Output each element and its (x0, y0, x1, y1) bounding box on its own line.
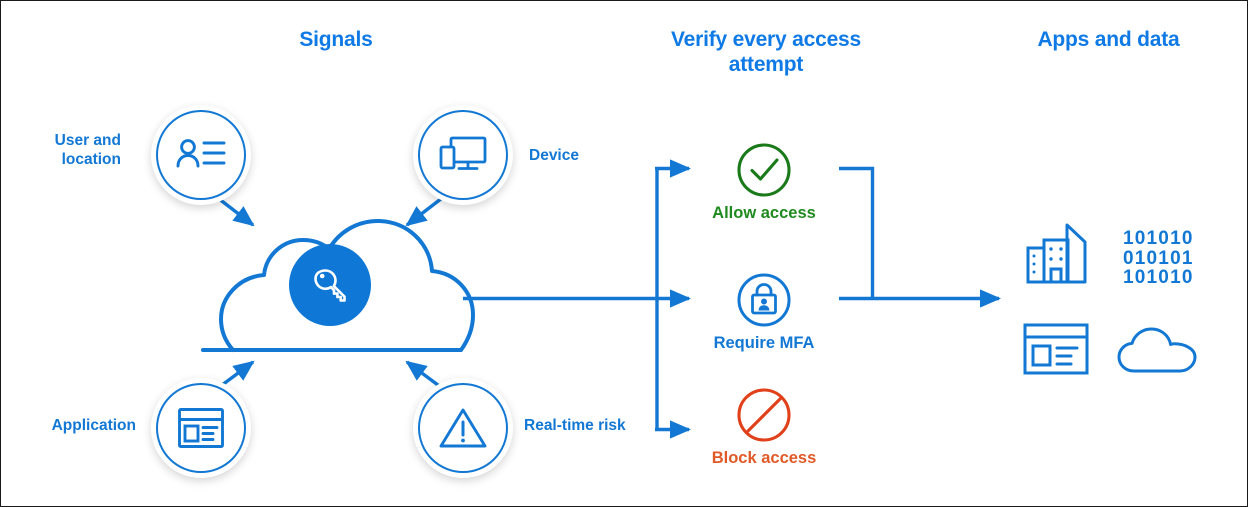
device-monitor-phone-icon (439, 136, 487, 170)
decision-require-mfa[interactable]: Require MFA (674, 271, 854, 353)
column-title-signals: Signals (299, 28, 373, 51)
signal-ring (418, 383, 508, 473)
decision-icon-wrap (674, 141, 854, 199)
decision-icon-wrap (674, 386, 854, 444)
user-card-icon (176, 139, 226, 168)
key-icon (314, 269, 346, 302)
column-title-verify: Verify every access attempt (670, 28, 862, 76)
lock-person-icon (737, 273, 791, 327)
binary-line-2: 010101 (1123, 247, 1194, 269)
warning-triangle-icon (439, 408, 487, 448)
signal-label-user-and-location: User and location (54, 132, 121, 168)
check-circle-icon (737, 143, 791, 197)
application-window-icon (1023, 323, 1089, 375)
block-circle-icon (737, 388, 791, 442)
binary-line-1: 101010 (1123, 228, 1194, 249)
decision-allow-access[interactable]: Allow access (674, 141, 854, 223)
binary-data-icon: 101010 010101 101010 (1123, 229, 1194, 288)
decision-icon-wrap (674, 271, 854, 329)
signal-ring (418, 110, 508, 200)
column-title-apps: Apps and data (1037, 28, 1180, 51)
signal-label-real-time-risk: Real-time risk (524, 417, 626, 434)
signal-node-application[interactable] (151, 378, 251, 478)
signal-node-user-and-location[interactable] (151, 105, 251, 205)
signal-ring (156, 110, 246, 200)
application-window-icon (178, 408, 224, 448)
binary-line-3: 101010 (1123, 267, 1194, 288)
decision-label-require-mfa: Require MFA (713, 334, 815, 352)
signal-ring (156, 383, 246, 473)
signal-label-device: Device (529, 147, 579, 164)
office-buildings-icon (1026, 223, 1087, 284)
cloud-icon (1117, 327, 1197, 373)
decision-label-block-access: Block access (711, 449, 817, 467)
signal-node-device[interactable] (413, 105, 513, 205)
key-badge (289, 244, 371, 326)
signal-node-real-time-risk[interactable] (413, 378, 513, 478)
decision-block-access[interactable]: Block access (674, 386, 854, 468)
decision-label-allow-access: Allow access (712, 204, 816, 222)
signal-label-application: Application (51, 417, 136, 434)
diagram-canvas: Signals Verify every access attempt Apps… (0, 0, 1248, 507)
